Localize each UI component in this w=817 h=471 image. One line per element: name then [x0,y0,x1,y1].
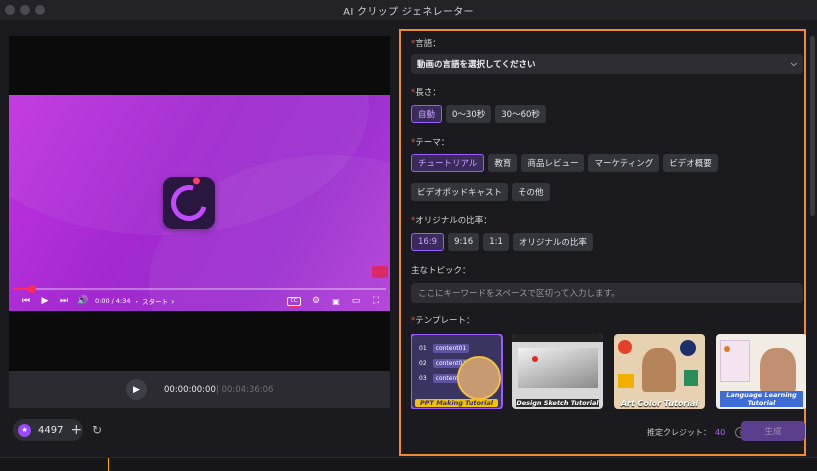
theme-option-education[interactable]: 教育 [488,154,518,172]
presenter-photo [457,356,501,400]
ratio-option-16-9[interactable]: 16:9 [411,233,445,251]
theme-option-video-overview[interactable]: ビデオ概要 [663,154,718,172]
current-timecode: 00:00:00:00 [164,385,216,395]
ratio-label: *オリジナルの比率： [411,216,492,226]
template-card-ppt[interactable]: 01 content01 02 content01 03 content01 PPT … [411,334,503,409]
channel-badge-icon [372,266,388,278]
refresh-icon[interactable]: ↻ [92,423,102,437]
topic-input-placeholder: ここにキーワードをスペースで区切って入力します。 [418,289,620,299]
template-caption: Design Sketch Tutorial [516,399,599,407]
theater-mode-icon[interactable]: ▭ [350,295,362,307]
theme-option-other[interactable]: その他 [512,183,550,201]
sketch-image [518,348,598,388]
playhead-marker[interactable] [108,458,109,471]
theme-options-row2: ビデオポッドキャスト その他 [411,183,550,201]
presenter-photo [760,348,796,392]
panel-scrollbar[interactable] [810,36,815,216]
language-select[interactable]: 動画の言語を選択してください ⌵ [411,54,803,74]
theme-options-row1: チュートリアル 教育 商品レビュー マーケティング ビデオ概要 [411,154,718,172]
total-timecode: | 00:04:36:06 [216,385,274,395]
template-caption: PPT Making Tutorial [415,399,498,407]
template-card-art-color[interactable]: Art Color Tutorial [614,334,705,409]
length-options: 自動 0～30秒 30～60秒 [411,105,546,123]
estimated-credits-label: 推定クレジット： [647,428,711,437]
theme-option-marketing[interactable]: マーケティング [588,154,660,172]
title-bar: AI クリップ ジェネレーター [0,0,817,20]
clip-settings-panel: *言語： 動画の言語を選択してください ⌵ *長さ： 自動 0～30秒 30～6… [399,29,806,456]
captions-icon[interactable]: CC [287,296,301,307]
skip-previous-icon[interactable]: ⏮ [20,295,32,307]
skip-next-icon[interactable]: ⏭ [58,295,70,307]
timeline-strip[interactable] [0,457,817,471]
template-card-language[interactable]: Language Learning Tutorial [716,334,806,409]
length-label: *長さ： [411,88,441,98]
ratio-options: 16:9 9:16 1:1 オリジナルの比率 [411,233,593,251]
credit-gem-icon: ★ [18,423,31,437]
fullscreen-icon[interactable]: ⛶ [370,295,382,307]
minimize-window-button[interactable] [20,5,30,15]
chevron-down-icon: ⌵ [790,59,797,68]
topic-input[interactable]: ここにキーワードをスペースで区切って入力します。 [411,283,803,303]
length-option-30-60[interactable]: 30～60秒 [495,105,546,123]
miniplayer-icon[interactable]: ▣ [330,295,342,307]
topic-label: 主なトピック： [411,266,471,276]
language-select-value: 動画の言語を選択してください [417,60,536,70]
template-caption: Language Learning Tutorial [720,391,803,407]
presenter-photo [642,348,676,392]
ratio-option-1-1[interactable]: 1:1 [483,233,509,251]
estimated-credits-value: 40 [715,428,726,437]
window-title: AI クリップ ジェネレーター [343,6,474,18]
length-option-0-30[interactable]: 0～30秒 [446,105,492,123]
theme-option-product-review[interactable]: 商品レビュー [521,154,585,172]
template-strip: 01 content01 02 content01 03 content01 PPT … [411,334,806,409]
maximize-window-button[interactable] [35,5,45,15]
window-controls [5,5,45,15]
length-option-auto[interactable]: 自動 [411,105,443,123]
seekbar-handle[interactable] [27,285,36,293]
theme-label: *テーマ： [411,138,450,148]
theme-option-video-podcast[interactable]: ビデオポッドキャスト [411,183,509,201]
play-icon: ▶ [133,384,140,395]
video-frame: ⏮ ▶ ⏭ 🔊 0:00 / 4:34 ・ スタート › CC ⚙ ▣ ▭ ⛶ [9,95,390,311]
generate-button[interactable]: 生成 [741,421,805,441]
add-credits-icon[interactable]: + [70,422,82,438]
template-caption: Art Color Tutorial [620,399,699,408]
play-button[interactable]: ▶ [126,379,147,400]
play-icon[interactable]: ▶ [39,295,51,307]
video-time: 0:00 / 4:34 [95,297,131,305]
video-preview[interactable]: ⏮ ▶ ⏭ 🔊 0:00 / 4:34 ・ スタート › CC ⚙ ▣ ▭ ⛶ [9,36,390,371]
language-label: *言語： [411,39,441,49]
credits-pill[interactable]: ★ 4497 + [13,419,83,441]
ratio-option-original[interactable]: オリジナルの比率 [512,233,593,251]
credit-count: 4497 [38,424,64,436]
app-logo-icon [163,177,215,229]
volume-icon[interactable]: 🔊 [77,295,89,307]
close-window-button[interactable] [5,5,15,15]
video-chapter[interactable]: ・ スタート [134,296,169,306]
template-card-design-sketch[interactable]: Design Sketch Tutorial [512,334,603,409]
ratio-option-9-16[interactable]: 9:16 [448,233,480,251]
template-label: *テンプレート： [411,316,475,326]
player-bar: ▶ 00:00:00:00 | 00:04:36:06 [9,371,390,408]
video-seekbar[interactable] [13,285,386,293]
video-controls: ⏮ ▶ ⏭ 🔊 0:00 / 4:34 ・ スタート › CC ⚙ ▣ ▭ ⛶ [9,293,390,309]
settings-gear-icon[interactable]: ⚙ [310,295,322,307]
chapter-chevron-icon[interactable]: › [171,297,174,306]
theme-option-tutorial[interactable]: チュートリアル [411,154,485,172]
estimated-credits: 推定クレジット： 40 ? [647,427,747,438]
